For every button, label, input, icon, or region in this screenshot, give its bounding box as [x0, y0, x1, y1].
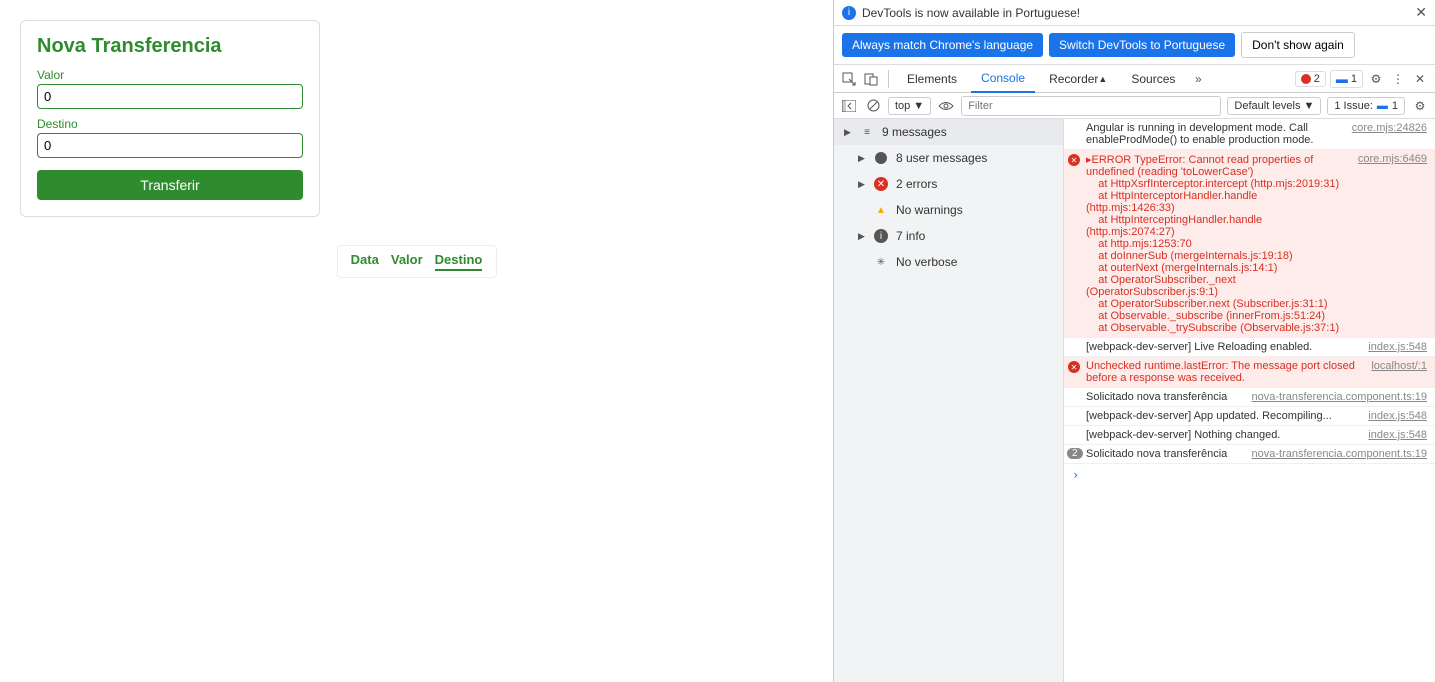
tab-elements[interactable]: Elements	[897, 65, 967, 93]
transfer-button[interactable]: Transferir	[37, 170, 303, 200]
tab-data[interactable]: Data	[351, 252, 379, 271]
log-row: [webpack-dev-server] App updated. Recomp…	[1064, 407, 1435, 426]
destino-input[interactable]	[37, 133, 303, 158]
log-source[interactable]: nova-transferencia.component.ts:19	[1240, 448, 1428, 460]
log-row: [webpack-dev-server] Nothing changed. in…	[1064, 426, 1435, 445]
console-sidebar: ▶≡9 messages ▶8 user messages ▶✕2 errors…	[834, 119, 1064, 682]
close-devtools-icon[interactable]: ✕	[1411, 70, 1429, 88]
log-message: Angular is running in development mode. …	[1086, 122, 1340, 146]
eye-icon[interactable]	[937, 97, 955, 115]
valor-input[interactable]	[37, 84, 303, 109]
console-body: ▶≡9 messages ▶8 user messages ▶✕2 errors…	[834, 119, 1435, 682]
filter-input[interactable]	[961, 96, 1221, 116]
banner-text: DevTools is now available in Portuguese!	[862, 6, 1080, 20]
log-row: [webpack-dev-server] Live Reloading enab…	[1064, 338, 1435, 357]
log-source[interactable]: index.js:548	[1356, 429, 1427, 441]
log-message: Unchecked runtime.lastError: The message…	[1086, 360, 1359, 384]
log-source[interactable]: nova-transferencia.component.ts:19	[1240, 391, 1428, 403]
log-source[interactable]: localhost/:1	[1359, 360, 1427, 384]
language-banner: i DevTools is now available in Portugues…	[834, 0, 1435, 26]
transfer-card: Nova Transferencia Valor Destino Transfe…	[20, 20, 320, 217]
tab-destino[interactable]: Destino	[435, 252, 483, 271]
log-message: [webpack-dev-server] Live Reloading enab…	[1086, 341, 1356, 353]
log-row-error: ✕ Unchecked runtime.lastError: The messa…	[1064, 357, 1435, 388]
log-message: ▸ERROR TypeError: Cannot read properties…	[1086, 153, 1346, 334]
console-filterbar: top ▼ Default levels ▼ 1 Issue:▬1 ⚙	[834, 93, 1435, 119]
issues-pill[interactable]: 1 Issue:▬1	[1327, 97, 1405, 115]
log-source[interactable]: core.mjs:24826	[1340, 122, 1427, 146]
valor-label: Valor	[37, 68, 303, 82]
tab-console[interactable]: Console	[971, 65, 1035, 93]
sb-verbose[interactable]: ✳No verbose	[834, 249, 1063, 275]
devtools-tabbar: Elements Console Recorder ▲ Sources » 2 …	[834, 65, 1435, 93]
app-panel: Nova Transferencia Valor Destino Transfe…	[0, 0, 833, 682]
clear-console-icon[interactable]	[864, 97, 882, 115]
message-count-pill[interactable]: ▬1	[1330, 70, 1363, 88]
sb-messages[interactable]: ▶≡9 messages	[834, 119, 1063, 145]
log-row: 2 Solicitado nova transferência nova-tra…	[1064, 445, 1435, 464]
sb-user[interactable]: ▶8 user messages	[834, 145, 1063, 171]
log-row: Angular is running in development mode. …	[1064, 119, 1435, 150]
log-source[interactable]: core.mjs:6469	[1346, 153, 1427, 334]
more-tabs-icon[interactable]: »	[1189, 70, 1207, 88]
error-icon: ✕	[1068, 361, 1080, 373]
kebab-icon[interactable]: ⋮	[1389, 70, 1407, 88]
log-source[interactable]: index.js:548	[1356, 410, 1427, 422]
tab-recorder[interactable]: Recorder ▲	[1039, 65, 1117, 93]
switch-lang-button[interactable]: Switch DevTools to Portuguese	[1049, 33, 1235, 57]
log-message: [webpack-dev-server] App updated. Recomp…	[1086, 410, 1356, 422]
close-icon[interactable]: ✕	[1415, 4, 1427, 21]
context-selector[interactable]: top ▼	[888, 97, 931, 115]
log-message: [webpack-dev-server] Nothing changed.	[1086, 429, 1356, 441]
info-icon: i	[842, 6, 856, 20]
always-match-button[interactable]: Always match Chrome's language	[842, 33, 1043, 57]
sidebar-toggle-icon[interactable]	[840, 97, 858, 115]
error-icon: ✕	[1068, 154, 1080, 166]
dont-show-button[interactable]: Don't show again	[1241, 32, 1355, 58]
devtools-panel: i DevTools is now available in Portugues…	[833, 0, 1435, 682]
log-message: Solicitado nova transferência	[1086, 448, 1240, 460]
log-source[interactable]: index.js:548	[1356, 341, 1427, 353]
table-tabs: Data Valor Destino	[337, 245, 497, 278]
tab-valor[interactable]: Valor	[391, 252, 423, 271]
error-count-pill[interactable]: 2	[1295, 71, 1326, 87]
log-message: Solicitado nova transferência	[1086, 391, 1240, 403]
log-levels-selector[interactable]: Default levels ▼	[1227, 97, 1321, 115]
console-prompt[interactable]: ›	[1064, 464, 1435, 486]
destino-label: Destino	[37, 117, 303, 131]
log-row-error: ✕ ▸ERROR TypeError: Cannot read properti…	[1064, 150, 1435, 338]
repeat-count-badge: 2	[1067, 448, 1083, 459]
log-area[interactable]: Angular is running in development mode. …	[1064, 119, 1435, 682]
tab-sources[interactable]: Sources	[1121, 65, 1185, 93]
gear-icon[interactable]: ⚙	[1367, 70, 1385, 88]
device-icon[interactable]	[862, 70, 880, 88]
banner-buttons: Always match Chrome's language Switch De…	[834, 26, 1435, 65]
sb-warnings[interactable]: ▲No warnings	[834, 197, 1063, 223]
inspect-icon[interactable]	[840, 70, 858, 88]
card-title: Nova Transferencia	[37, 35, 303, 58]
console-gear-icon[interactable]: ⚙	[1411, 97, 1429, 115]
log-row: Solicitado nova transferência nova-trans…	[1064, 388, 1435, 407]
sb-info[interactable]: ▶i7 info	[834, 223, 1063, 249]
sb-errors[interactable]: ▶✕2 errors	[834, 171, 1063, 197]
